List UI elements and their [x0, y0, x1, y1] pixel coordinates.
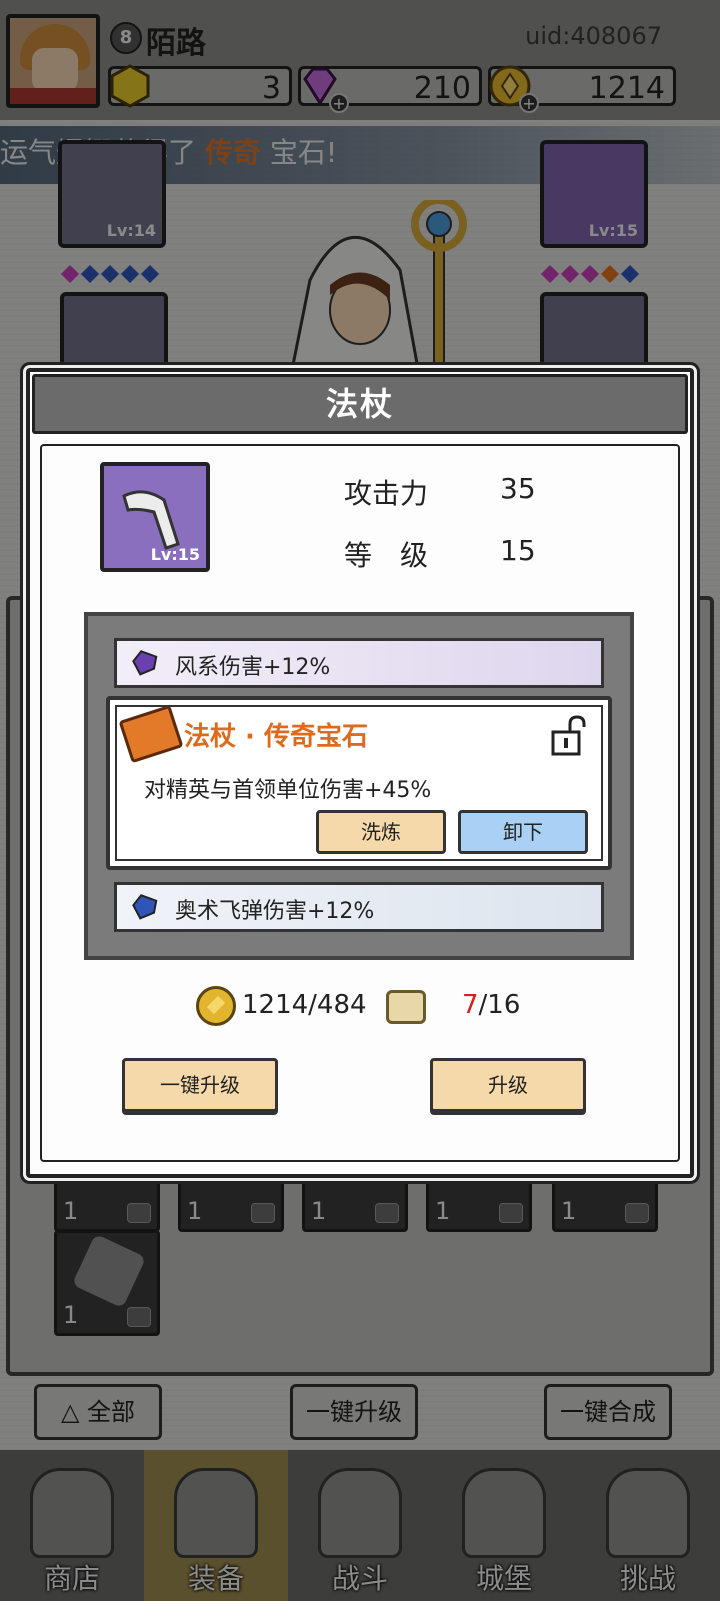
item-icon: Lv:15 [100, 462, 210, 572]
dialog-header: 法杖 [32, 374, 688, 434]
gem-arcane-text: 奥术飞弹伤害+12% [175, 899, 375, 924]
scroll-cost: 7/16 [462, 990, 520, 1020]
stat-level-value: 15 [500, 534, 536, 567]
refine-button[interactable]: 洗炼 [316, 810, 446, 854]
gold-cost: 1214/484 [242, 990, 367, 1020]
gem-slot-wind[interactable]: 风系伤害+12% [114, 638, 604, 688]
stat-attack-label: 攻击力 [344, 477, 429, 510]
legendary-gem-card: 法杖 · 传奇宝石 对精英与首领单位伤害+45% 洗炼 卸下 [106, 696, 612, 870]
upgrade-all-button[interactable]: 一键升级 [122, 1058, 278, 1112]
scroll-icon [386, 990, 426, 1024]
blue-gem-icon [132, 894, 158, 920]
legendary-gem-title: 法杖 · 传奇宝石 [184, 722, 368, 752]
item-detail-dialog: 法杖 Lv:15 攻击力 35 等 级 15 风系伤害+12% 法杖 · 传奇宝… [26, 368, 694, 1178]
stat-attack-value: 35 [500, 472, 536, 505]
scroll-have: 7 [462, 990, 479, 1020]
legendary-gem-icon [118, 704, 184, 764]
scroll-need: /16 [478, 990, 521, 1020]
gem-slots-panel: 风系伤害+12% 法杖 · 传奇宝石 对精英与首领单位伤害+45% 洗炼 卸下 … [84, 612, 634, 960]
dialog-title: 法杖 [325, 385, 394, 423]
item-level-tag: Lv:15 [150, 545, 200, 564]
gem-wind-text: 风系伤害+12% [175, 655, 331, 680]
gem-slot-arcane[interactable]: 奥术飞弹伤害+12% [114, 882, 604, 932]
purple-gem-icon [132, 650, 158, 676]
legendary-gem-desc: 对精英与首领单位伤害+45% [144, 778, 432, 803]
unequip-button[interactable]: 卸下 [458, 810, 588, 854]
gold-coin-icon [196, 986, 236, 1026]
upgrade-button[interactable]: 升级 [430, 1058, 586, 1112]
unlock-icon[interactable] [550, 714, 588, 756]
stat-level-label: 等 级 [344, 539, 429, 572]
